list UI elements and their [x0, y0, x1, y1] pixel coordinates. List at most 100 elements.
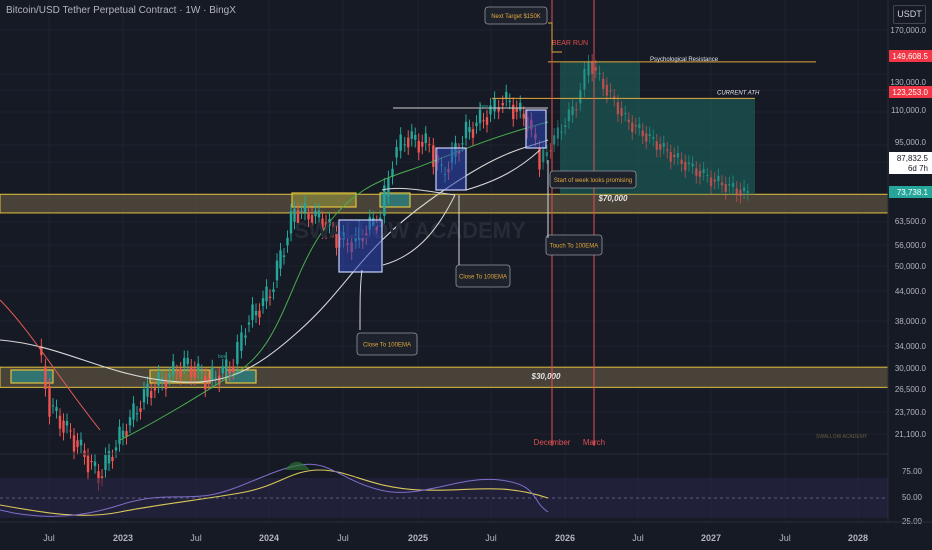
bos-label-2: bos: [480, 104, 489, 110]
chart-canvas[interactable]: SWALLOW ACADEMY $70,000 $30,000 Psychologic…: [0, 0, 932, 550]
time-tick: 2023: [113, 533, 133, 543]
candle-body: [197, 363, 200, 372]
price-tick: 56,000.0: [895, 241, 927, 250]
price-tick: 110,000.0: [891, 106, 927, 115]
candle-body: [258, 310, 261, 318]
candle-body: [157, 372, 160, 386]
candle-body: [410, 131, 413, 139]
candle-body: [62, 420, 65, 433]
candle-body: [624, 113, 627, 115]
candle-body: [432, 145, 435, 167]
candle-body: [735, 188, 738, 195]
time-tick: 2025: [408, 533, 428, 543]
candle-body: [111, 456, 114, 462]
candle-body: [468, 126, 471, 133]
rsi-pane: [0, 461, 888, 518]
candle-body: [300, 211, 303, 213]
candle-body: [428, 144, 431, 146]
candle-body: [620, 108, 623, 116]
price-tick: 63,500.0: [895, 217, 927, 226]
close-100ema-a-text: Close To 100EMA: [363, 343, 411, 349]
rsi-tick: 50.00: [902, 493, 923, 502]
candle-body: [464, 121, 468, 139]
next-target-text: Next Target $150K: [491, 14, 541, 20]
zone-label-70k: $70,000: [598, 194, 628, 203]
candle-body: [317, 210, 321, 218]
candle-body: [659, 143, 662, 150]
time-tick: 2024: [259, 533, 279, 543]
candle-body: [146, 383, 149, 397]
candle-body: [702, 169, 705, 173]
candle-body: [556, 127, 560, 139]
candle-body: [314, 210, 317, 217]
candle-body: [691, 163, 694, 167]
candle-body: [631, 122, 634, 132]
candle-body: [399, 134, 402, 151]
candle-body: [742, 187, 746, 192]
watermark-small: SWALLOW ACADEMY: [816, 434, 868, 440]
candle-body: [153, 388, 157, 391]
ath-label: CURRENT ATH: [717, 90, 760, 96]
candle-body: [482, 120, 485, 122]
candle-body: [200, 371, 203, 374]
candle-body: [698, 170, 702, 177]
candle-body: [541, 149, 545, 163]
zone-label-30k: $30,000: [531, 372, 561, 381]
candle-body: [149, 390, 153, 398]
currency-button[interactable]: USDT: [893, 5, 926, 24]
price-tick: 50,000.0: [895, 262, 927, 271]
price-tick: 34,000.0: [895, 342, 927, 351]
candle-body: [724, 184, 727, 193]
candle-body: [69, 430, 72, 432]
candle-body: [545, 152, 549, 157]
time-tick: 2026: [555, 533, 575, 543]
highlight-box: [435, 147, 467, 191]
candle-body: [79, 439, 83, 446]
candle-body: [485, 117, 489, 125]
grid-lines: [0, 0, 888, 522]
candle-body: [132, 403, 135, 420]
candle-body: [282, 255, 286, 257]
candle-body: [179, 369, 182, 378]
candle-body: [641, 130, 644, 137]
candle-body: [265, 286, 268, 302]
candle-body: [695, 168, 698, 176]
chart-title: Bitcoin/USD Tether Perpetual Contract · …: [6, 5, 236, 16]
candle-body: [303, 203, 307, 213]
zone-touch-box: [10, 369, 54, 384]
candle-body: [48, 386, 51, 417]
time-tick: Jul: [779, 533, 791, 543]
candle-body: [493, 98, 496, 112]
highlight-box: [338, 219, 383, 273]
target-price-text: 149,608.5: [892, 52, 928, 61]
candle-body: [478, 109, 482, 124]
candle-body: [272, 289, 275, 293]
candle-body: [571, 106, 574, 116]
candle-body: [139, 408, 142, 412]
price-tick: 95,000.0: [895, 138, 927, 147]
candle-body: [247, 322, 251, 325]
candle-body: [662, 143, 665, 147]
candle-body: [602, 78, 605, 89]
price-tick: 21,100.0: [895, 430, 927, 439]
time-tick: Jul: [190, 533, 202, 543]
candle-body: [261, 298, 265, 306]
price-tick: 44,000.0: [895, 287, 927, 296]
candle-body: [190, 366, 193, 378]
candle-body: [709, 177, 713, 187]
candle-body: [268, 296, 272, 298]
candle-body: [128, 417, 132, 426]
candle-body: [175, 372, 179, 374]
support-price-text: 73,738.1: [897, 188, 929, 197]
candle-body: [289, 211, 293, 234]
candle-body: [72, 435, 76, 452]
candle-body: [414, 134, 417, 140]
bear-run-label: BEAR RUN: [552, 40, 588, 47]
candle-body: [279, 250, 282, 269]
candle-body: [76, 440, 79, 448]
candle-body: [579, 90, 582, 104]
candle-body: [55, 406, 58, 411]
bos-label-1: bos: [218, 354, 227, 360]
candle-body: [58, 415, 62, 429]
candle-body: [240, 332, 243, 351]
